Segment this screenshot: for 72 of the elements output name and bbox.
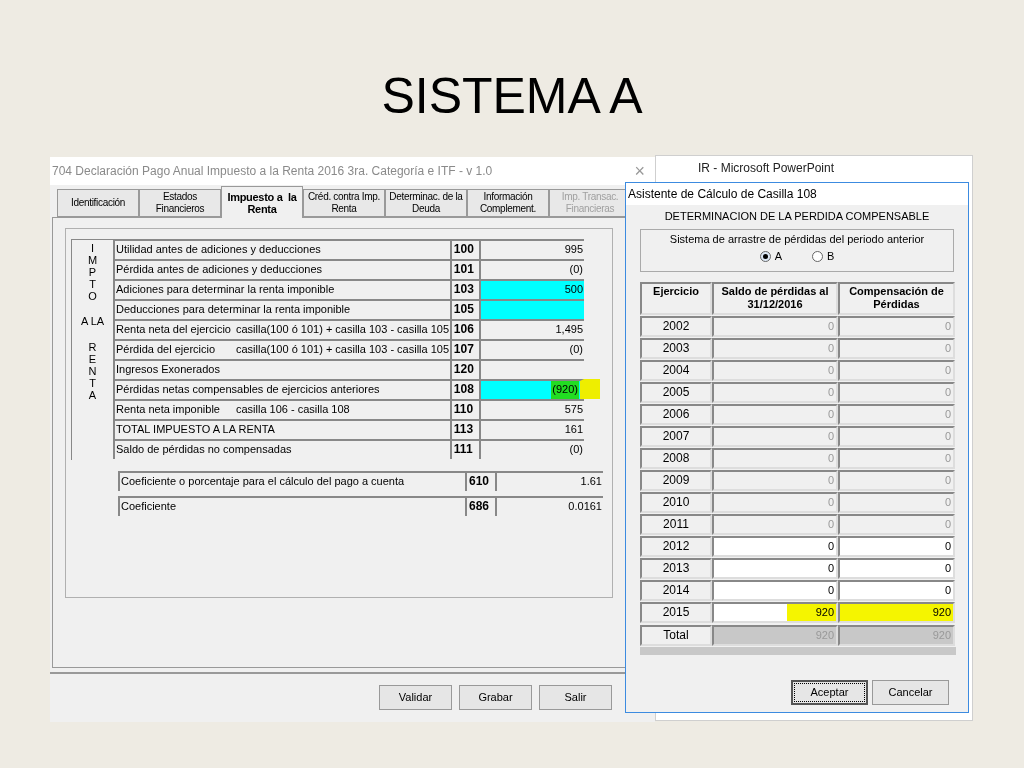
grid-cell: 0 bbox=[712, 404, 838, 425]
row-header: 2003 bbox=[640, 338, 712, 359]
row-header: 2014 bbox=[640, 580, 712, 601]
row-header: 2002 bbox=[640, 316, 712, 337]
grid-cell: 0 bbox=[712, 470, 838, 491]
field-label-text: Pérdida del ejercicio bbox=[116, 342, 217, 357]
field-label-text: Saldo de pérdidas no compensadas bbox=[116, 442, 292, 457]
dialog-title: Asistente de Cálculo de Casilla 108 bbox=[628, 186, 817, 203]
grid-cell: 0 bbox=[712, 426, 838, 447]
grid-cell: 0 bbox=[712, 316, 838, 337]
value-field: (0) bbox=[479, 439, 584, 459]
value-field: 1.61 bbox=[495, 471, 603, 491]
window-title: 704 Declaración Pago Anual Impuesto a la Renta 2016 3ra. Categoría e ITF - v 1.0 bbox=[52, 163, 493, 180]
grid-cell: 0 bbox=[712, 382, 838, 403]
field-label-text: Deducciones para determinar la renta imponible bbox=[116, 302, 351, 317]
grid-cell: 0 bbox=[838, 338, 955, 359]
grid-cell: 0 bbox=[838, 382, 955, 403]
value-field: 0.0161 bbox=[495, 496, 603, 516]
row-header: 2011 bbox=[640, 514, 712, 535]
row-header: 2012 bbox=[640, 536, 712, 557]
field-label-text: Pérdidas netas compensables de ejercicios anteriores bbox=[116, 382, 380, 397]
group-label: Sistema de arrastre de pérdidas del periodo anterior bbox=[669, 232, 925, 246]
grid-cell: 0 bbox=[838, 404, 955, 425]
field-label-text: Renta neta imponible bbox=[116, 402, 221, 417]
field-label-text: Renta neta del ejercicio bbox=[116, 322, 232, 337]
window-title: IR - Microsoft PowerPoint bbox=[698, 160, 835, 177]
value-field: (0) bbox=[479, 339, 584, 359]
row-header: 2009 bbox=[640, 470, 712, 491]
grid-cell: 0 bbox=[712, 338, 838, 359]
column-header: Saldo de pérdidas al 31/12/2016 bbox=[712, 282, 838, 315]
row-header: 2006 bbox=[640, 404, 712, 425]
side-label: RENTA bbox=[87, 341, 98, 401]
value-field: 995 bbox=[479, 239, 584, 259]
grid-cell: 0 bbox=[712, 360, 838, 381]
value-field: (0) bbox=[479, 259, 584, 279]
field-label-text: Coeficiente o porcentaje para el cálculo del pago a cuenta bbox=[121, 474, 405, 489]
grid-cell: 0 bbox=[712, 514, 838, 535]
row-header: 2010 bbox=[640, 492, 712, 513]
grid-cell: 0 bbox=[838, 470, 955, 491]
column-header: Ejercicio bbox=[640, 282, 712, 315]
grid-cell: 0 bbox=[838, 316, 955, 337]
row-header: 2015 bbox=[640, 602, 712, 623]
field-label-text: Adiciones para determinar la renta imponible bbox=[116, 282, 335, 297]
grid-cell: 0 bbox=[712, 492, 838, 513]
value-field: 1,495 bbox=[479, 319, 584, 339]
grid-cell: 0 bbox=[838, 448, 955, 469]
row-header: 2008 bbox=[640, 448, 712, 469]
field-label-text: TOTAL IMPUESTO A LA RENTA bbox=[116, 422, 275, 437]
field-label-text: Ingresos Exonerados bbox=[116, 362, 220, 377]
grid-cell: 0 bbox=[838, 492, 955, 513]
row-header: 2007 bbox=[640, 426, 712, 447]
value-field: 161 bbox=[479, 419, 584, 439]
column-header: Compensación de Pérdidas bbox=[838, 282, 955, 315]
slide-title: SISTEMA A bbox=[380, 67, 644, 126]
side-label: IMPTO bbox=[87, 242, 98, 302]
field-label-text: Utilidad antes de adiciones y deducciones bbox=[116, 242, 321, 257]
grid-cell: 0 bbox=[712, 448, 838, 469]
grid-cell: 0 bbox=[838, 360, 955, 381]
value-field: 575 bbox=[479, 399, 584, 419]
side-label: A LA bbox=[80, 316, 105, 327]
field-label-text: Pérdida antes de adiciones y deducciones bbox=[116, 262, 323, 277]
field-label-text: Coeficiente bbox=[121, 499, 177, 514]
row-header: 2013 bbox=[640, 558, 712, 579]
formula-text: casilla(100 ó 101) + casilla 103 - casilla 105 bbox=[235, 322, 450, 337]
row-header: 2004 bbox=[640, 360, 712, 381]
grid-cell: 0 bbox=[838, 426, 955, 447]
formula-text: casilla(100 ó 101) + casilla 103 - casilla 105 bbox=[235, 342, 450, 357]
grid-cell: 0 bbox=[838, 514, 955, 535]
row-header: Total bbox=[640, 625, 712, 646]
formula-text: casilla 106 - casilla 108 bbox=[235, 402, 350, 417]
row-header: 2005 bbox=[640, 382, 712, 403]
dialog-heading: DETERMINACION DE LA PERDIDA COMPENSABLE bbox=[663, 209, 931, 223]
